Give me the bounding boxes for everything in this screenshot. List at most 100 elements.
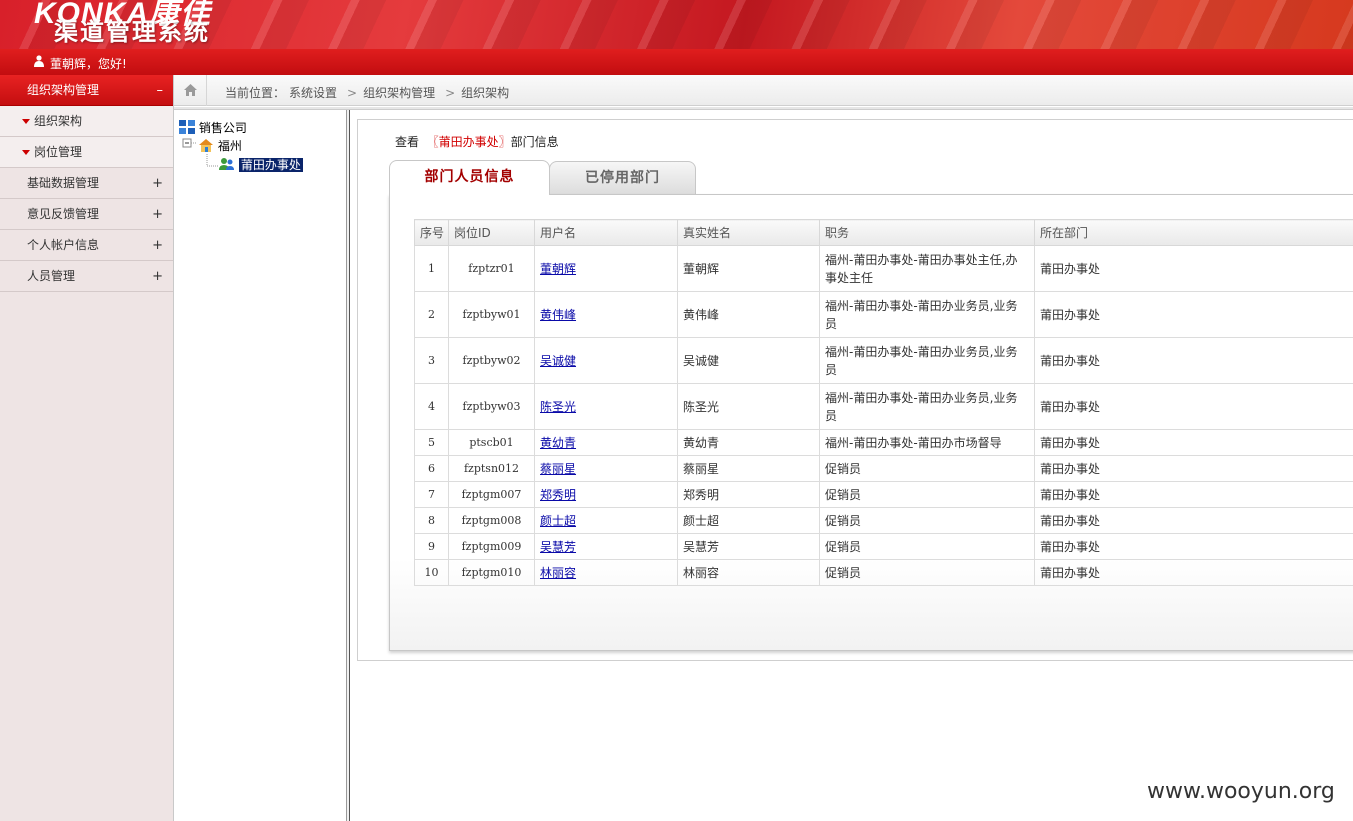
tab-disabled-depts[interactable]: 已停用部门 [549,161,696,195]
collapse-icon[interactable]: – [157,75,164,106]
sidebar-subitem-position-management[interactable]: 岗位管理 [0,137,173,168]
sidebar-subitem-org-structure[interactable]: 组织架构 [0,106,173,137]
table-row: 1 fzptzr01 董朝辉 董朝辉 福州-莆田办事处-莆田办事处主任,办事处主… [414,245,1353,292]
sidebar-item-feedback[interactable]: 意见反馈管理 + [0,199,173,230]
expand-icon[interactable]: + [152,230,163,261]
view-dept-name: 〖莆田办事处〗 [426,135,511,149]
breadcrumb-item[interactable]: 系统设置 [289,86,337,100]
job-title: 促销员 [819,507,1035,534]
username-link[interactable]: 董朝辉 [540,262,576,276]
username-link[interactable]: 郑秀明 [540,488,576,502]
row-index: 3 [414,337,449,384]
breadcrumb-prefix: 当前位置： [225,86,286,100]
home-icon [184,84,197,96]
watermark: www.wooyun.org [1147,779,1335,804]
username-cell: 林丽容 [534,559,678,586]
real-name: 蔡丽星 [677,455,820,482]
job-title: 福州-莆田办事处-莆田办事处主任,办事处主任 [819,245,1035,292]
table-row: 4 fzptbyw03 陈圣光 陈圣光 福州-莆田办事处-莆田办业务员,业务员 … [414,383,1353,430]
username-cell: 陈圣光 [534,383,678,430]
tree-node-putian-office[interactable]: 莆田办事处 [219,156,303,173]
row-index: 4 [414,383,449,430]
sidebar-item-label: 组织架构 [34,114,83,128]
expand-icon[interactable]: + [152,261,163,292]
position-id: fzptgm009 [448,533,535,560]
home-button[interactable] [174,75,207,106]
username-link[interactable]: 吴慧芳 [540,540,576,554]
tree-node-root[interactable]: 销售公司 [179,119,247,136]
department: 莆田办事处 [1034,559,1353,586]
username-link[interactable]: 颜士超 [540,514,576,528]
department: 莆田办事处 [1034,383,1353,430]
job-title: 福州-莆田办事处-莆田办市场督导 [819,429,1035,456]
sidebar: 组织架构管理 – 组织架构 岗位管理 基础数据管理 + 意见反馈管理 + 个人帐… [0,75,174,821]
real-name: 黄幼青 [677,429,820,456]
real-name: 董朝辉 [677,245,820,292]
column-header: 职务 [819,219,1035,246]
sidebar-item-personnel[interactable]: 人员管理 + [0,261,173,292]
username-cell: 颜士超 [534,507,678,534]
real-name: 林丽容 [677,559,820,586]
user-bar: 董朝辉，您好! [0,49,1353,75]
position-id: ptscb01 [448,429,535,456]
position-id: fzptgm010 [448,559,535,586]
username-cell: 吴诚健 [534,337,678,384]
department: 莆田办事处 [1034,455,1353,482]
row-index: 7 [414,481,449,508]
department: 莆田办事处 [1034,245,1353,292]
user-icon [34,55,44,67]
username-cell: 董朝辉 [534,245,678,292]
view-suffix: 部门信息 [510,135,559,149]
breadcrumb: 当前位置： 系统设置 > 组织架构管理 > 组织架构 [174,75,1353,106]
view-title: 查看 〖莆田办事处〗部门信息 [395,133,559,150]
column-header: 序号 [414,219,449,246]
username-cell: 吴慧芳 [534,533,678,560]
job-title: 促销员 [819,481,1035,508]
username-link[interactable]: 黄伟峰 [540,308,576,322]
system-title: 渠道管理系统 [54,17,210,46]
staff-table: 序号 岗位ID 用户名 真实姓名 职务 所在部门 1 fzptzr01 董朝辉 … [414,219,1353,586]
tab-content: 序号 岗位ID 用户名 真实姓名 职务 所在部门 1 fzptzr01 董朝辉 … [389,194,1353,651]
position-id: fzptbyw02 [448,337,535,384]
table-row: 3 fzptbyw02 吴诚健 吴诚健 福州-莆田办事处-莆田办业务员,业务员 … [414,337,1353,384]
sidebar-item-label: 人员管理 [27,269,76,283]
username-link[interactable]: 蔡丽星 [540,462,576,476]
breadcrumb-path: 当前位置： 系统设置 > 组织架构管理 > 组织架构 [225,84,513,101]
username-link[interactable]: 陈圣光 [540,400,576,414]
sidebar-item-account-info[interactable]: 个人帐户信息 + [0,230,173,261]
app-header: KONKA康佳 渠道管理系统 [0,0,1353,49]
position-id: fzptgm007 [448,481,535,508]
tree-node-fuzhou[interactable]: 福州 [198,137,242,154]
caret-down-icon [22,150,30,155]
breadcrumb-item[interactable]: 组织架构 [461,86,509,100]
expand-icon[interactable]: + [152,168,163,199]
user-greeting: 董朝辉，您好! [50,57,127,71]
sidebar-item-label: 岗位管理 [34,145,83,159]
org-icon [179,120,195,134]
department: 莆田办事处 [1034,291,1353,338]
real-name: 陈圣光 [677,383,820,430]
pane-splitter[interactable] [347,110,350,821]
sidebar-item-org-management[interactable]: 组织架构管理 – [0,75,173,106]
position-id: fzptzr01 [448,245,535,292]
job-title: 促销员 [819,455,1035,482]
column-header: 用户名 [534,219,678,246]
real-name: 吴诚健 [677,337,820,384]
table-row: 5 ptscb01 黄幼青 黄幼青 福州-莆田办事处-莆田办市场督导 莆田办事处 [414,429,1353,456]
sidebar-item-label: 组织架构管理 [27,83,100,97]
column-header: 真实姓名 [677,219,820,246]
row-index: 10 [414,559,449,586]
breadcrumb-item[interactable]: 组织架构管理 [363,86,435,100]
tree-node-label: 莆田办事处 [238,158,303,172]
real-name: 黄伟峰 [677,291,820,338]
row-index: 1 [414,245,449,292]
sidebar-item-basic-data[interactable]: 基础数据管理 + [0,168,173,199]
sidebar-item-label: 意见反馈管理 [27,207,100,221]
username-link[interactable]: 林丽容 [540,566,576,580]
username-link[interactable]: 黄幼青 [540,436,576,450]
username-link[interactable]: 吴诚健 [540,354,576,368]
folder-house-icon [199,139,213,152]
expand-icon[interactable]: + [152,199,163,230]
tab-dept-staff[interactable]: 部门人员信息 [389,160,550,195]
position-id: fzptgm008 [448,507,535,534]
